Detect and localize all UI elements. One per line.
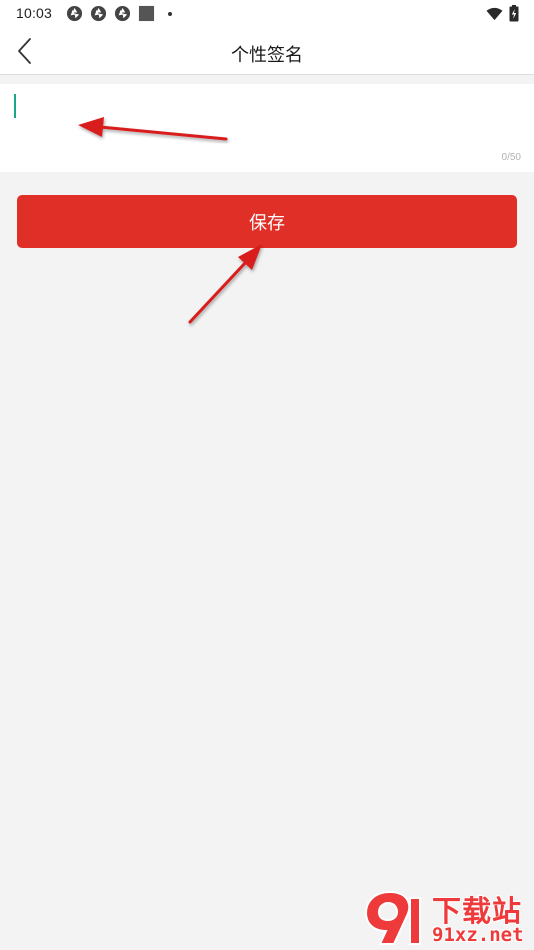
- wifi-icon: [486, 7, 503, 20]
- status-bar: 10:03: [0, 0, 534, 28]
- watermark-url: 91xz.net: [432, 924, 524, 946]
- screen: 10:03 个性签名 0/50 保存 下载站 91xz.net: [0, 0, 534, 950]
- battery-charging-icon: [509, 5, 519, 22]
- signature-input[interactable]: [12, 92, 522, 152]
- annotation-arrow-save: [188, 244, 262, 324]
- dot-icon: [168, 11, 172, 16]
- watermark: 下载站 91xz.net: [360, 886, 532, 948]
- status-time: 10:03: [16, 5, 53, 21]
- site-logo-icon: [364, 890, 421, 945]
- text-cursor: [14, 94, 16, 118]
- aperture-icon: [66, 5, 83, 22]
- char-counter: 0/50: [501, 152, 521, 163]
- page-title: 个性签名: [231, 45, 303, 66]
- status-notification-icons: [66, 5, 172, 22]
- signature-input-area[interactable]: 0/50: [0, 84, 534, 172]
- navigation-bar: 个性签名: [0, 28, 534, 75]
- status-system-icons: [486, 5, 519, 22]
- aperture-icon: [114, 5, 131, 22]
- square-icon: [138, 5, 155, 22]
- aperture-icon: [90, 5, 107, 22]
- save-button[interactable]: 保存: [17, 195, 517, 248]
